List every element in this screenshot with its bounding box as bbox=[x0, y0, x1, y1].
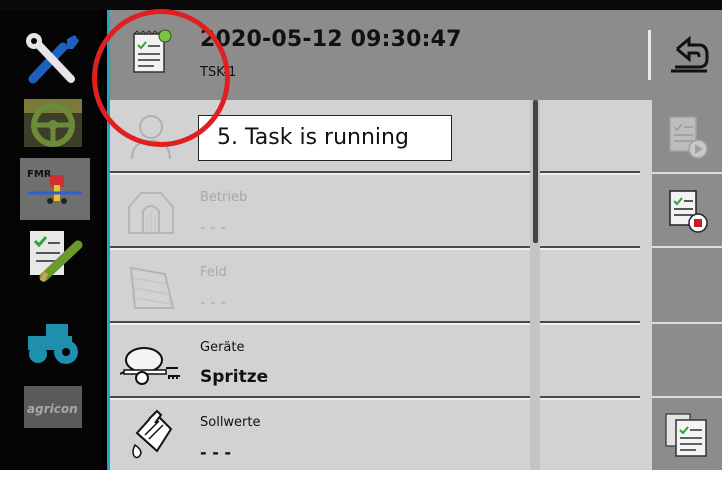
back-button[interactable] bbox=[663, 30, 715, 80]
tractor-icon bbox=[28, 324, 78, 364]
list-item-geraete[interactable]: Geräte Spritze bbox=[110, 325, 640, 398]
geraete-value: Spritze bbox=[200, 367, 269, 387]
settings-icon bbox=[26, 33, 79, 84]
empty-softkey-2[interactable] bbox=[652, 324, 722, 396]
task-list-button[interactable] bbox=[652, 398, 722, 470]
list-item-feld[interactable]: Feld - - - bbox=[110, 250, 640, 323]
barn-icon bbox=[120, 183, 182, 239]
steering-icon bbox=[24, 99, 82, 147]
stop-task-icon bbox=[669, 190, 708, 233]
fmr-icon: FMR bbox=[24, 161, 86, 217]
settings-app-button[interactable] bbox=[18, 28, 88, 90]
steering-app-button[interactable] bbox=[18, 92, 88, 154]
top-bezel bbox=[0, 0, 722, 10]
sollwerte-label: Sollwerte bbox=[200, 415, 261, 430]
fmr-label: FMR bbox=[27, 169, 52, 180]
stop-task-button[interactable] bbox=[652, 174, 722, 246]
tasks-app-button[interactable] bbox=[18, 224, 88, 286]
feld-label: Feld bbox=[200, 265, 227, 280]
task-title: 2020-05-12 09:30:47 bbox=[200, 27, 462, 52]
task-screen: FMR agricon 2020-05-12 09:30:47 TSK-1 Be… bbox=[0, 0, 722, 478]
bottom-bezel bbox=[0, 470, 722, 478]
softkey-gap bbox=[640, 100, 652, 470]
start-task-icon bbox=[669, 116, 708, 159]
betrieb-value: - - - bbox=[200, 218, 226, 236]
betrieb-label: Betrieb bbox=[200, 190, 248, 205]
task-list-icon bbox=[665, 413, 707, 457]
highlight-circle bbox=[92, 9, 230, 147]
feld-value: - - - bbox=[200, 293, 226, 311]
sprayer-icon bbox=[120, 335, 182, 391]
list-item-betrieb[interactable]: Betrieb - - - bbox=[110, 175, 640, 248]
tractor-app-button[interactable] bbox=[18, 312, 88, 374]
tasks-icon bbox=[30, 231, 83, 283]
sollwerte-value: - - - bbox=[200, 443, 232, 462]
step-annotation-text: 5. Task is running bbox=[217, 125, 409, 150]
fmr-app-button[interactable]: FMR bbox=[20, 158, 90, 220]
agricon-icon: agricon bbox=[24, 386, 82, 428]
empty-softkey-1[interactable] bbox=[652, 248, 722, 320]
canister-icon bbox=[120, 406, 182, 462]
agricon-app-button[interactable]: agricon bbox=[18, 376, 88, 438]
app-sidebar: FMR agricon bbox=[0, 10, 100, 470]
scroll-thumb[interactable] bbox=[533, 100, 538, 243]
step-annotation-box: 5. Task is running bbox=[198, 115, 452, 161]
list-item-sollwerte[interactable]: Sollwerte - - - bbox=[110, 400, 640, 470]
agricon-label: agricon bbox=[27, 402, 78, 416]
back-icon bbox=[671, 35, 709, 73]
field-icon bbox=[120, 260, 182, 316]
header-divider bbox=[648, 30, 651, 80]
geraete-label: Geräte bbox=[200, 340, 245, 355]
start-task-button[interactable] bbox=[652, 100, 722, 172]
